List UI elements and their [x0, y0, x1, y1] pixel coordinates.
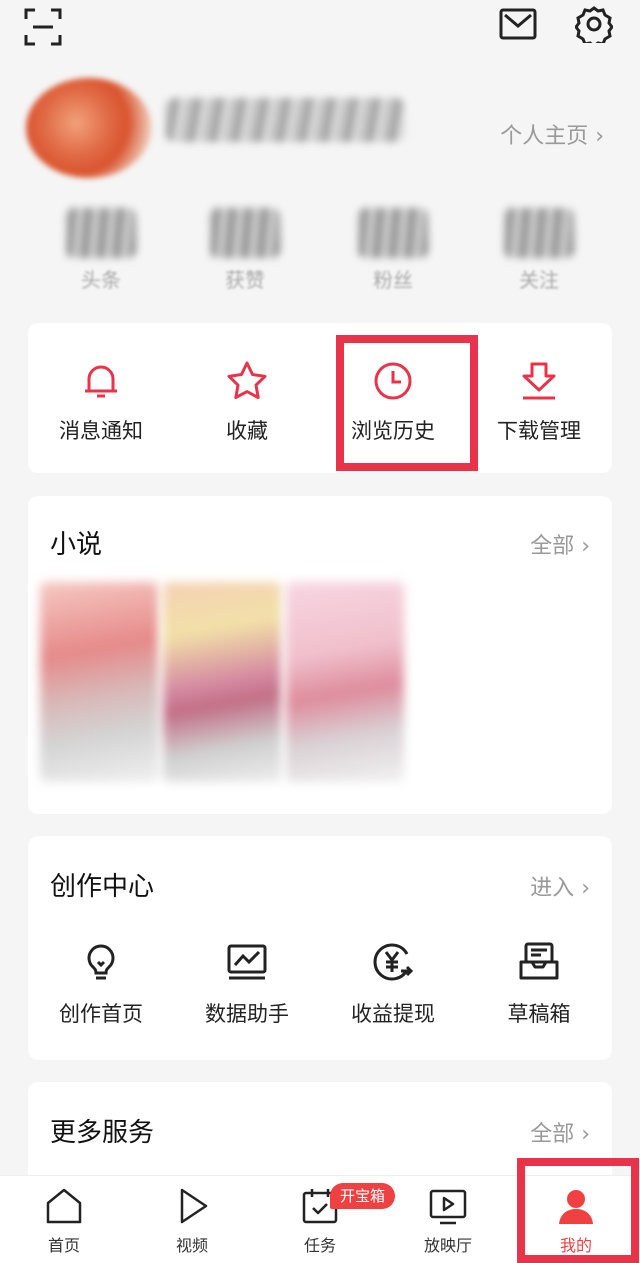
tab-label: 放映厅 [423, 1236, 472, 1255]
bell-icon [85, 365, 117, 398]
creation-enter-link[interactable]: 进入 › [530, 870, 590, 902]
avatar[interactable] [26, 78, 152, 178]
profile-header: 个人主页 › 头条 获赞 粉丝 关注 [0, 68, 640, 298]
chart-icon [227, 944, 267, 980]
earnings-withdraw-button[interactable]: 收益提现 [320, 940, 466, 1028]
tab-label: 任务 [303, 1236, 336, 1255]
quick-item-label: 消息通知 [59, 419, 143, 443]
quick-item-label: 收藏 [226, 419, 268, 443]
creation-home-button[interactable]: 创作首页 [28, 940, 174, 1028]
quick-item-label: 浏览历史 [351, 419, 435, 443]
draft-box-button[interactable]: 草稿箱 [466, 940, 612, 1028]
draft-box-icon [519, 942, 559, 980]
browsing-history-button[interactable]: 浏览历史 [320, 323, 466, 473]
tab-label: 我的 [559, 1236, 592, 1255]
bottom-tab-bar: 首页 视频 任务 放映厅 我的 [0, 1175, 640, 1263]
top-bar [0, 0, 640, 56]
quick-actions-card: 消息通知 收藏 浏览历史 下载管理 [28, 323, 612, 473]
stat-value [210, 208, 280, 258]
tab-theater[interactable]: 放映厅 [384, 1176, 512, 1263]
stat-value [504, 208, 574, 258]
stat-likes[interactable]: 获赞 [200, 208, 290, 298]
creation-item-label: 草稿箱 [507, 1002, 571, 1026]
tab-label: 视频 [175, 1236, 208, 1255]
creation-item-label: 收益提现 [351, 1002, 435, 1026]
tab-label: 首页 [47, 1236, 80, 1255]
stat-label: 关注 [519, 268, 559, 292]
tab-home[interactable]: 首页 [0, 1176, 128, 1263]
mail-icon[interactable] [498, 4, 538, 44]
more-services-title: 更多服务 [50, 1118, 155, 1148]
quick-item-label: 下载管理 [497, 419, 581, 443]
stat-following[interactable]: 关注 [494, 208, 584, 298]
stat-label: 获赞 [225, 268, 265, 292]
novel-section-title: 小说 [50, 530, 103, 560]
yuan-coin-icon [373, 943, 414, 981]
username [165, 98, 405, 142]
tv-icon [429, 1189, 467, 1225]
stat-headlines[interactable]: 头条 [56, 208, 146, 298]
scan-icon[interactable] [22, 6, 64, 48]
download-manager-button[interactable]: 下载管理 [466, 323, 612, 473]
tab-video[interactable]: 视频 [128, 1176, 256, 1263]
creation-item-label: 创作首页 [59, 1002, 143, 1026]
more-services-view-all-link[interactable]: 全部 › [530, 1116, 590, 1148]
lightbulb-icon [87, 944, 115, 980]
star-icon [227, 361, 267, 399]
favorites-button[interactable]: 收藏 [174, 323, 320, 473]
stat-label: 粉丝 [373, 268, 413, 292]
novel-cover[interactable] [286, 582, 404, 782]
download-icon [522, 362, 556, 400]
clock-icon [374, 362, 412, 400]
treasure-box-badge[interactable]: 开宝箱 [330, 1183, 396, 1209]
play-icon [180, 1188, 208, 1224]
novel-cover[interactable] [163, 582, 281, 782]
home-icon [46, 1188, 82, 1224]
novel-view-all-link[interactable]: 全部 › [530, 528, 590, 560]
stat-label: 头条 [81, 268, 121, 292]
tab-mine[interactable]: 我的 [512, 1176, 640, 1263]
stat-value [66, 208, 136, 258]
creation-center-card: 创作中心 进入 › 创作首页 数据助手 收益提现 草稿箱 [28, 836, 612, 1060]
message-notification-button[interactable]: 消息通知 [28, 323, 174, 473]
stat-fans[interactable]: 粉丝 [348, 208, 438, 298]
user-icon [559, 1190, 593, 1224]
stat-value [358, 208, 428, 258]
creation-item-label: 数据助手 [205, 1002, 289, 1026]
novel-card: 小说 全部 › [28, 496, 612, 814]
novel-cover[interactable] [40, 582, 158, 782]
data-assistant-button[interactable]: 数据助手 [174, 940, 320, 1028]
gear-icon[interactable] [574, 4, 614, 44]
creation-section-title: 创作中心 [50, 872, 155, 902]
personal-homepage-link[interactable]: 个人主页 › [500, 118, 604, 150]
